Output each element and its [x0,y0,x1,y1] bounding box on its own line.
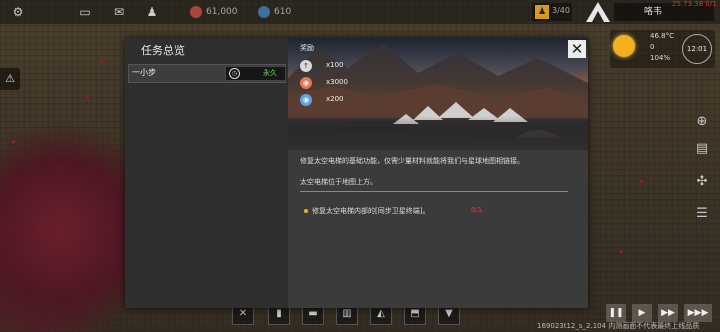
task-duration: ◷ 永久 [225,66,286,81]
map-marker [86,96,89,99]
reward-amount: x100 [326,61,344,69]
task-duration-text: 永久 [263,69,277,77]
build-version: 169023t12_s_2.104 内测画面不代表最终上线品质 [537,322,700,330]
person-icon[interactable]: ♟ [145,5,159,19]
mission-illustration: 奖励 ↑ x100 ◉ x3000 ◉ x200 [288,38,588,150]
gold-coin-icon [190,5,202,18]
wind-speed: 0 [650,43,655,51]
fastest-forward-icon[interactable]: ▶▶▶ [684,304,712,322]
temperature: 46.8°C [650,32,674,40]
play-icon[interactable]: ▶ [632,304,652,322]
close-button[interactable]: ✕ [568,40,586,58]
chat-icon[interactable]: ▭ [78,5,92,19]
pause-icon[interactable]: ❚❚ [606,304,626,322]
weather-widget: 46.8°C 0 104% 12:01 [610,30,715,68]
objective-progress: 0/1 [471,206,483,214]
warning-button[interactable]: ⚠ [0,68,20,90]
clipboard-icon[interactable]: ▤ [693,140,711,158]
crew-counter[interactable]: ♟ 3/40 [532,3,572,21]
task-list-item[interactable]: 一小步 ◷ 永久 [128,64,286,83]
reward-item: ◉ x200 [300,94,380,106]
humidity: 104% [650,54,671,62]
reward-item: ◉ x3000 [300,77,380,89]
map-marker [640,180,643,183]
upgrade-icon: ↑ [300,60,312,72]
player-name: 咯韦 [644,7,663,17]
dialog-title: 任务总览 [141,44,185,57]
task-name: 一小步 [132,68,156,77]
map-marker [620,250,623,253]
compass-icon[interactable]: ✣ [693,173,711,191]
gem-amount: 610 [274,7,292,17]
gold-resource: 61,000 [190,4,238,20]
blue-coin-icon: ◉ [300,94,312,106]
gear-icon[interactable]: ⚙ [11,5,25,19]
game-logo-icon [586,2,610,22]
reward-item: ↑ x100 [300,60,380,72]
reward-amount: x200 [326,95,344,103]
gem-resource: 610 [258,4,291,20]
divider [300,191,568,192]
target-icon[interactable]: ⊕ [693,113,711,131]
reward-amount: x3000 [326,78,348,86]
event-timer: 25.73.38 0/1 [672,0,717,8]
crew-icon: ♟ [535,5,549,19]
objective-text: 修复太空电梯内部的[同步卫星终端]。 [312,207,430,215]
mission-description: 修复太空电梯的基础功能，仅需少量材料就能将我们与星球地图相链接。 [300,157,524,165]
illustration-fade [288,116,588,150]
task-detail-panel: 奖励 ↑ x100 ◉ x3000 ◉ x200 修复太空电梯的基础功能，仅需少… [288,38,588,308]
gem-icon [258,5,270,18]
mission-overview-dialog: 任务总览 一小步 ◷ 永久 奖励 ↑ x100 ◉ x3000 ◉ x200 修… [125,38,588,308]
orange-coin-icon: ◉ [300,77,312,89]
sun-icon [613,35,635,57]
clock-icon: ◷ [229,68,240,79]
objective-row: 修复太空电梯内部的[同步卫星终端]。 0/1 [300,206,580,218]
list-icon[interactable]: ☰ [693,205,711,223]
map-marker [12,140,15,143]
reward-label: 奖励 [300,44,314,52]
mission-hint: 太空电梯位于地图上方。 [300,178,377,186]
gold-amount: 61,000 [206,7,238,17]
task-list-panel: 任务总览 一小步 ◷ 永久 [125,38,288,308]
mail-icon[interactable]: ✉ [112,5,126,19]
map-marker [100,60,103,63]
clock: 12:01 [682,34,712,64]
crew-count: 3/40 [552,6,570,15]
fast-forward-icon[interactable]: ▶▶ [658,304,678,322]
objective-bullet-icon [304,209,308,213]
